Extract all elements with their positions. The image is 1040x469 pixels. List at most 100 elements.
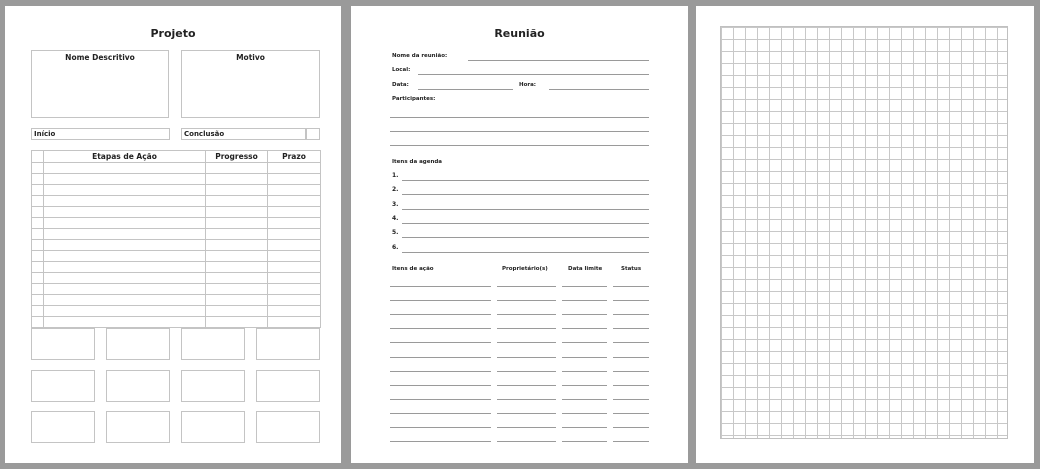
note-box[interactable] [256,411,320,443]
action-step-cell[interactable] [43,283,206,295]
deadline-cell[interactable] [267,173,321,185]
progress-cell[interactable] [205,162,268,174]
action-step-cell[interactable] [43,316,206,328]
owner-line[interactable] [497,412,556,414]
progress-cell[interactable] [205,316,268,328]
action-step-row[interactable] [31,250,321,262]
owner-line[interactable] [497,398,556,400]
action-item-line[interactable] [390,342,491,344]
row-marker-cell[interactable] [31,239,44,251]
deadline-cell[interactable] [267,261,321,273]
note-box[interactable] [31,411,95,443]
row-marker-cell[interactable] [31,217,44,229]
action-item-line[interactable] [390,412,491,414]
reason-box[interactable]: Motivo [181,50,320,118]
completion-check-box[interactable] [306,128,320,140]
progress-cell[interactable] [205,228,268,240]
row-marker-cell[interactable] [31,250,44,262]
due-date-line[interactable] [562,384,607,386]
action-step-cell[interactable] [43,184,206,196]
progress-cell[interactable] [205,173,268,185]
owner-line[interactable] [497,370,556,372]
due-date-line[interactable] [562,441,607,443]
row-marker-cell[interactable] [31,184,44,196]
action-step-row[interactable] [31,228,321,240]
status-line[interactable] [613,384,649,386]
status-line[interactable] [613,370,649,372]
deadline-cell[interactable] [267,239,321,251]
row-marker-cell[interactable] [31,316,44,328]
completion-field[interactable]: Conclusão [181,128,306,140]
due-date-line[interactable] [562,314,607,316]
time-line[interactable] [549,89,649,90]
action-step-row[interactable] [31,316,321,328]
date-line[interactable] [418,89,513,90]
deadline-cell[interactable] [267,217,321,229]
due-date-line[interactable] [562,427,607,428]
row-marker-cell[interactable] [31,206,44,218]
status-line[interactable] [613,356,649,358]
deadline-cell[interactable] [267,305,321,317]
action-step-row[interactable] [31,272,321,284]
action-step-cell[interactable] [43,173,206,185]
action-step-row[interactable] [31,261,321,273]
action-step-cell[interactable] [43,272,206,284]
progress-cell[interactable] [205,305,268,317]
row-marker-cell[interactable] [31,228,44,240]
status-line[interactable] [613,286,649,287]
row-marker-cell[interactable] [31,195,44,207]
progress-cell[interactable] [205,261,268,273]
action-step-row[interactable] [31,239,321,251]
deadline-cell[interactable] [267,250,321,262]
action-step-cell[interactable] [43,239,206,251]
status-line[interactable] [613,412,649,414]
row-marker-cell[interactable] [31,173,44,185]
deadline-cell[interactable] [267,195,321,207]
deadline-cell[interactable] [267,294,321,306]
action-step-row[interactable] [31,283,321,295]
action-step-cell[interactable] [43,250,206,262]
action-step-cell[interactable] [43,294,206,306]
due-date-line[interactable] [562,328,607,330]
note-box[interactable] [181,411,245,443]
action-step-cell[interactable] [43,217,206,229]
action-item-line[interactable] [390,314,491,316]
action-item-line[interactable] [390,441,491,443]
action-item-line[interactable] [390,384,491,386]
note-box[interactable] [256,370,320,402]
row-marker-cell[interactable] [31,261,44,273]
owner-line[interactable] [497,286,556,287]
owner-line[interactable] [497,300,556,302]
action-step-row[interactable] [31,195,321,207]
meeting-name-line[interactable] [468,60,649,61]
status-line[interactable] [613,300,649,302]
deadline-cell[interactable] [267,184,321,196]
action-step-cell[interactable] [43,228,206,240]
progress-cell[interactable] [205,272,268,284]
due-date-line[interactable] [562,342,607,344]
agenda-item-line[interactable] [402,251,649,253]
due-date-line[interactable] [562,412,607,414]
participants-line[interactable] [390,145,649,146]
agenda-item-line[interactable] [402,208,649,210]
due-date-line[interactable] [562,286,607,287]
status-line[interactable] [613,314,649,316]
note-box[interactable] [181,328,245,360]
note-box[interactable] [106,328,170,360]
owner-line[interactable] [497,356,556,358]
row-marker-cell[interactable] [31,162,44,174]
progress-cell[interactable] [205,239,268,251]
location-line[interactable] [418,74,649,75]
row-marker-cell[interactable] [31,272,44,284]
status-line[interactable] [613,427,649,428]
owner-line[interactable] [497,384,556,386]
progress-cell[interactable] [205,250,268,262]
due-date-line[interactable] [562,356,607,358]
participants-line[interactable] [390,117,649,118]
status-line[interactable] [613,328,649,330]
action-step-row[interactable] [31,206,321,218]
deadline-cell[interactable] [267,283,321,295]
due-date-line[interactable] [562,300,607,302]
progress-cell[interactable] [205,206,268,218]
due-date-line[interactable] [562,370,607,372]
